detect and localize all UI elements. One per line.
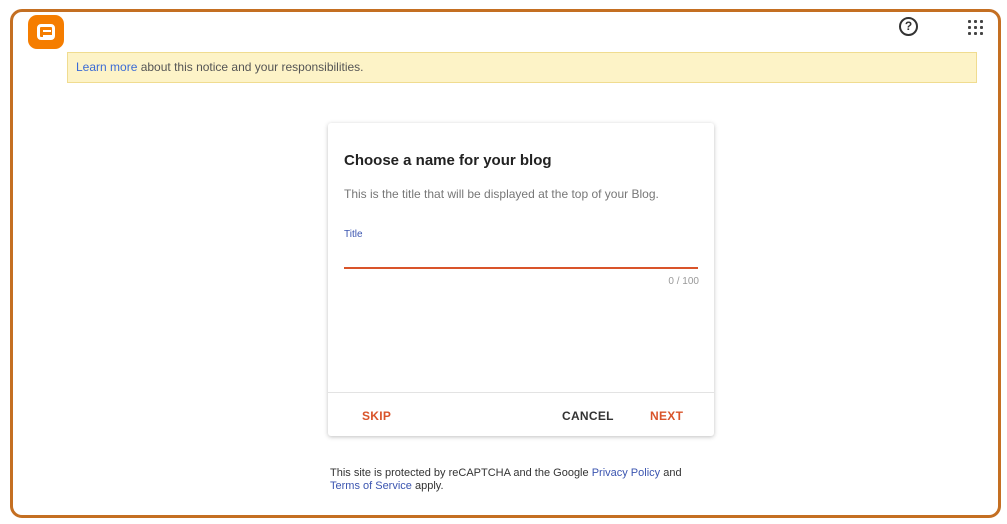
recaptcha-notice: This site is protected by reCAPTCHA and …	[330, 467, 682, 493]
title-input[interactable]	[344, 245, 698, 269]
apps-dot	[980, 26, 983, 29]
notice-banner: Learn more about this notice and your re…	[67, 52, 977, 83]
dialog-divider	[328, 392, 714, 393]
apps-dot	[974, 32, 977, 35]
terms-of-service-link[interactable]: Terms of Service	[330, 480, 412, 492]
privacy-policy-link[interactable]: Privacy Policy	[592, 467, 660, 479]
apps-dot	[980, 32, 983, 35]
apps-grid-icon[interactable]	[968, 20, 984, 36]
next-button[interactable]: NEXT	[650, 409, 683, 423]
character-counter: 0 / 100	[668, 276, 699, 287]
cancel-button[interactable]: CANCEL	[562, 409, 614, 423]
learn-more-link[interactable]: Learn more	[76, 60, 137, 74]
apps-dot	[980, 20, 983, 23]
apps-dot	[974, 20, 977, 23]
help-icon[interactable]: ?	[899, 17, 918, 36]
logo-b-glyph	[37, 24, 55, 40]
browser-frame: ? Learn more about this notice and your …	[10, 9, 1001, 518]
top-bar: ?	[13, 12, 998, 54]
skip-button[interactable]: SKIP	[362, 409, 391, 423]
title-field-label: Title	[344, 229, 363, 240]
footer-text: apply.	[411, 480, 444, 492]
dialog-title: Choose a name for your blog	[344, 152, 552, 169]
footer-text: and	[660, 467, 682, 479]
apps-dot	[968, 26, 971, 29]
blog-name-dialog: Choose a name for your blog This is the …	[328, 123, 714, 436]
notice-text: about this notice and your responsibilit…	[137, 60, 364, 74]
blogger-logo-icon[interactable]	[28, 15, 64, 49]
apps-dot	[968, 20, 971, 23]
apps-dot	[968, 32, 971, 35]
apps-dot	[974, 26, 977, 29]
dialog-subtitle: This is the title that will be displayed…	[344, 187, 659, 201]
footer-text: This site is protected by reCAPTCHA and …	[330, 467, 592, 479]
